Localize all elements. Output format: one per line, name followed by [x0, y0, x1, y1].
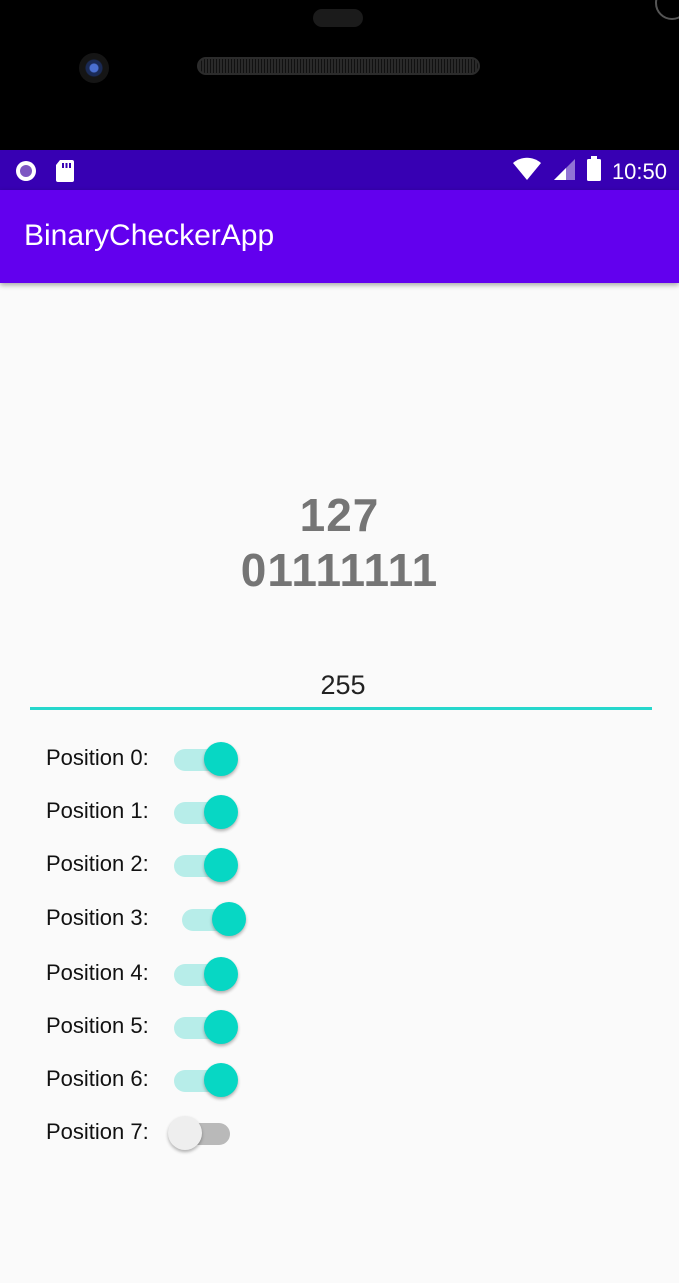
bezel-corner — [655, 0, 679, 20]
front-camera — [79, 53, 109, 83]
phone-bezel — [0, 0, 679, 150]
sd-card-icon — [54, 159, 76, 188]
position-label-2: Position 2: — [46, 851, 149, 876]
cell-signal-icon — [552, 157, 576, 186]
switch-thumb — [204, 742, 238, 776]
decimal-value: 127 — [299, 489, 380, 541]
position-label-1: Position 1: — [46, 798, 149, 823]
position-switch-3[interactable] — [178, 898, 248, 938]
wifi-icon — [512, 157, 542, 186]
switch-thumb — [204, 795, 238, 829]
binary-value: 01111111 — [240, 544, 439, 596]
app-title: BinaryCheckerApp — [24, 219, 275, 252]
position-label-6: Position 6: — [46, 1066, 149, 1091]
position-switch-6[interactable] — [170, 1059, 240, 1099]
position-label-3: Position 3: — [46, 905, 149, 930]
number-input-container — [30, 664, 656, 710]
switch-thumb — [204, 957, 238, 991]
position-label-4: Position 4: — [46, 960, 149, 985]
notification-circle-icon — [14, 159, 38, 188]
number-input[interactable] — [30, 664, 656, 706]
app-bar: BinaryCheckerApp — [0, 190, 679, 283]
switch-thumb — [204, 1010, 238, 1044]
position-switch-4[interactable] — [170, 953, 240, 993]
switch-thumb — [212, 902, 246, 936]
position-switch-1[interactable] — [170, 791, 240, 831]
position-switch-2[interactable] — [170, 844, 240, 884]
position-label-5: Position 5: — [46, 1013, 149, 1038]
position-switch-5[interactable] — [170, 1006, 240, 1046]
position-switch-0[interactable] — [170, 738, 240, 778]
battery-icon — [586, 156, 602, 187]
position-label-0: Position 0: — [46, 745, 149, 770]
proximity-sensor — [313, 9, 363, 27]
switch-thumb — [204, 848, 238, 882]
earpiece-speaker — [197, 57, 480, 75]
clock: 10:50 — [611, 158, 667, 184]
position-switch-7[interactable] — [168, 1112, 240, 1152]
position-label-7: Position 7: — [46, 1119, 149, 1144]
status-bar: 10:50 — [0, 150, 679, 190]
switch-thumb — [168, 1116, 202, 1150]
switch-thumb — [204, 1063, 238, 1097]
